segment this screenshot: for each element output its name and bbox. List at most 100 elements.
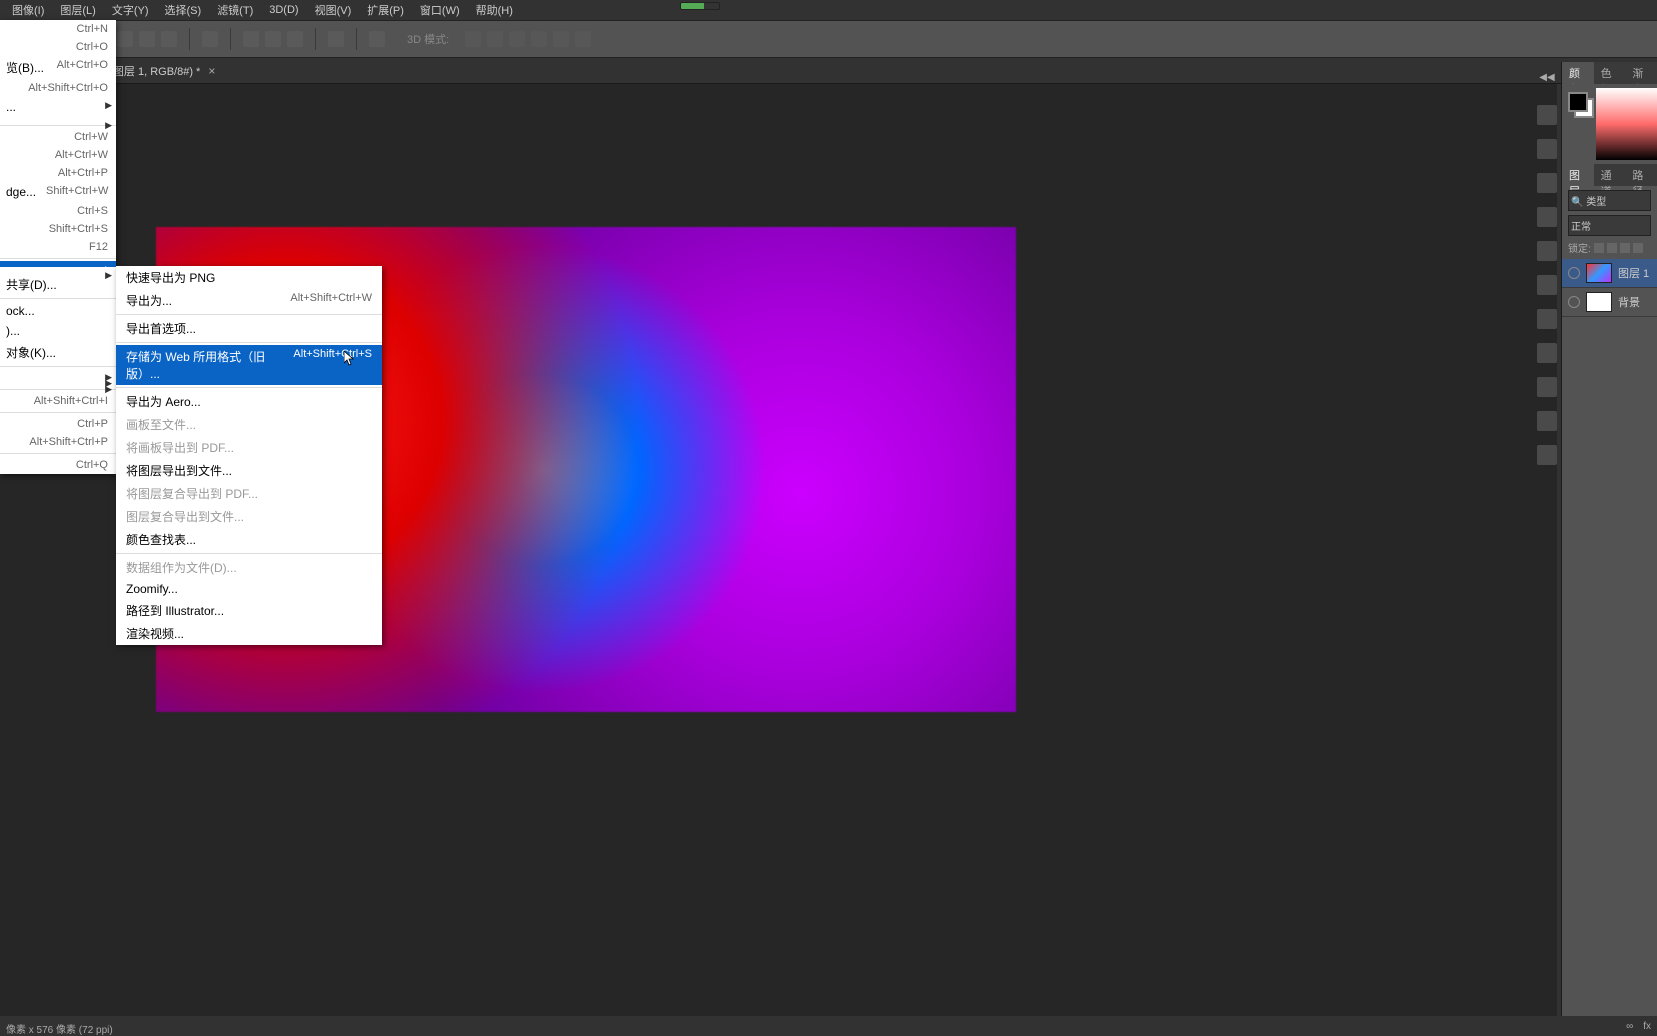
expand-panels-icon[interactable]: ◀◀ bbox=[1539, 72, 1554, 83]
3d-slide-icon[interactable] bbox=[531, 31, 547, 47]
layer-row[interactable]: 背景 bbox=[1562, 288, 1657, 317]
file-menu-item[interactable]: 对象(K)... bbox=[0, 341, 116, 364]
character-icon[interactable] bbox=[1537, 207, 1557, 227]
menu-type[interactable]: 文字(Y) bbox=[104, 2, 157, 18]
export-menu-item[interactable]: 路径到 Illustrator... bbox=[116, 599, 382, 622]
3d-mode-label: 3D 模式: bbox=[407, 31, 449, 47]
tab-layers[interactable]: 图层 bbox=[1562, 164, 1594, 186]
lock-all-icon[interactable] bbox=[1633, 243, 1643, 253]
align-left-icon[interactable] bbox=[117, 31, 133, 47]
file-menu-item[interactable]: Shift+Ctrl+S bbox=[0, 220, 116, 238]
align-center-icon[interactable] bbox=[139, 31, 155, 47]
blend-mode-select[interactable]: 正常 bbox=[1568, 215, 1651, 236]
export-menu-item[interactable]: Zoomify... bbox=[116, 579, 382, 599]
status-fx-icon[interactable]: fx bbox=[1643, 1021, 1651, 1035]
export-menu-item[interactable]: 导出首选项... bbox=[116, 317, 382, 340]
file-menu-item[interactable]: dge...Shift+Ctrl+W bbox=[0, 182, 116, 202]
menu-item-label: 将画板导出到 PDF... bbox=[126, 439, 234, 456]
file-menu-item[interactable]: Alt+Shift+Ctrl+P bbox=[0, 433, 116, 451]
file-menu-item[interactable]: ... bbox=[0, 97, 116, 117]
3d-pan-icon[interactable] bbox=[509, 31, 525, 47]
visibility-icon[interactable] bbox=[1568, 296, 1580, 308]
lock-pixels-icon[interactable] bbox=[1594, 243, 1604, 253]
distribute-icon[interactable] bbox=[202, 31, 218, 47]
libraries-icon[interactable] bbox=[1537, 411, 1557, 431]
lock-position-icon[interactable] bbox=[1607, 243, 1617, 253]
file-menu-item[interactable]: Alt+Shift+Ctrl+O bbox=[0, 79, 116, 97]
tab-gradient[interactable]: 渐变 bbox=[1625, 62, 1657, 84]
appearance-icon[interactable] bbox=[1537, 275, 1557, 295]
file-menu-item[interactable]: Ctrl+O bbox=[0, 38, 116, 56]
file-menu-item[interactable]: Ctrl+W bbox=[0, 128, 116, 146]
more-spacing-icon[interactable] bbox=[328, 31, 344, 47]
file-menu-item[interactable]: )... bbox=[0, 321, 116, 341]
menu-image[interactable]: 图像(I) bbox=[4, 2, 52, 18]
3d-camera-icon[interactable] bbox=[575, 31, 591, 47]
export-menu-item[interactable]: 颜色查找表... bbox=[116, 528, 382, 551]
export-menu-item: 将图层复合导出到 PDF... bbox=[116, 482, 382, 505]
file-menu-item[interactable]: Ctrl+P bbox=[0, 415, 116, 433]
more-options-icon[interactable] bbox=[369, 31, 385, 47]
menu-filter[interactable]: 滤镜(T) bbox=[209, 2, 261, 18]
fg-color-swatch[interactable] bbox=[1568, 92, 1588, 112]
color-panel-tabs: 颜色 色板 渐变 bbox=[1562, 62, 1657, 84]
tab-close-icon[interactable]: × bbox=[208, 64, 215, 78]
menu-help[interactable]: 帮助(H) bbox=[468, 2, 521, 18]
layer-thumb[interactable] bbox=[1586, 263, 1612, 283]
export-menu-item[interactable]: 快速导出为 PNG bbox=[116, 266, 382, 289]
export-menu-item[interactable]: 导出为...Alt+Shift+Ctrl+W bbox=[116, 289, 382, 312]
menu-item-label: ock... bbox=[6, 304, 35, 318]
paragraph-icon[interactable] bbox=[1537, 139, 1557, 159]
export-menu-item[interactable]: 将图层导出到文件... bbox=[116, 459, 382, 482]
color-picker-area[interactable] bbox=[1596, 88, 1657, 160]
menu-select[interactable]: 选择(S) bbox=[157, 2, 210, 18]
file-menu-item[interactable]: Alt+Shift+Ctrl+I bbox=[0, 392, 116, 410]
file-menu-item[interactable]: Alt+Ctrl+W bbox=[0, 146, 116, 164]
styles-icon[interactable] bbox=[1537, 241, 1557, 261]
menu-divider bbox=[116, 387, 382, 388]
export-menu-item[interactable]: 存储为 Web 所用格式（旧版）...Alt+Shift+Ctrl+S bbox=[116, 345, 382, 385]
3d-zoom-icon[interactable] bbox=[553, 31, 569, 47]
tab-swatches[interactable]: 色板 bbox=[1594, 62, 1626, 84]
actions-icon[interactable] bbox=[1537, 377, 1557, 397]
visibility-icon[interactable] bbox=[1568, 267, 1580, 279]
file-menu-item[interactable]: Ctrl+N bbox=[0, 20, 116, 38]
layer-row[interactable]: 图层 1 bbox=[1562, 259, 1657, 288]
export-menu-item[interactable]: 渲染视频... bbox=[116, 622, 382, 645]
menu-shortcut: Ctrl+O bbox=[76, 41, 108, 53]
adjustments-icon[interactable] bbox=[1537, 309, 1557, 329]
menu-item-label: dge... bbox=[6, 185, 36, 199]
color-panel[interactable] bbox=[1562, 84, 1657, 164]
menu-3d[interactable]: 3D(D) bbox=[261, 4, 306, 16]
file-menu-item[interactable]: Ctrl+Q bbox=[0, 456, 116, 474]
align-right-icon[interactable] bbox=[161, 31, 177, 47]
file-menu-item[interactable]: ock... bbox=[0, 301, 116, 321]
history-icon[interactable] bbox=[1537, 343, 1557, 363]
file-menu-item[interactable]: Alt+Ctrl+P bbox=[0, 164, 116, 182]
export-menu-item[interactable]: 导出为 Aero... bbox=[116, 390, 382, 413]
file-menu-item[interactable]: 览(B)...Alt+Ctrl+O bbox=[0, 56, 116, 79]
tab-paths[interactable]: 路径 bbox=[1625, 164, 1657, 186]
file-menu-item[interactable] bbox=[0, 381, 116, 387]
layer-thumb[interactable] bbox=[1586, 292, 1612, 312]
3d-orbit-icon[interactable] bbox=[465, 31, 481, 47]
tab-color[interactable]: 颜色 bbox=[1562, 62, 1594, 84]
align-bottom-icon[interactable] bbox=[287, 31, 303, 47]
menu-view[interactable]: 视图(V) bbox=[307, 2, 360, 18]
menu-window[interactable]: 窗口(W) bbox=[412, 2, 468, 18]
file-menu-item[interactable] bbox=[0, 117, 116, 123]
glyphs-icon[interactable] bbox=[1537, 173, 1557, 193]
align-top-icon[interactable] bbox=[243, 31, 259, 47]
layer-filter-select[interactable]: 🔍 类型 bbox=[1568, 190, 1651, 211]
file-menu-item[interactable]: 共享(D)... bbox=[0, 273, 116, 296]
fx-icon[interactable] bbox=[1537, 105, 1557, 125]
lock-artboard-icon[interactable] bbox=[1620, 243, 1630, 253]
menu-extensions[interactable]: 扩展(P) bbox=[359, 2, 412, 18]
menu-layer[interactable]: 图层(L) bbox=[52, 2, 103, 18]
ai-icon[interactable] bbox=[1537, 445, 1557, 465]
3d-roll-icon[interactable] bbox=[487, 31, 503, 47]
align-middle-icon[interactable] bbox=[265, 31, 281, 47]
file-menu-item[interactable]: Ctrl+S bbox=[0, 202, 116, 220]
status-link-icon[interactable]: ∞ bbox=[1626, 1021, 1633, 1035]
tab-channels[interactable]: 通道 bbox=[1594, 164, 1626, 186]
